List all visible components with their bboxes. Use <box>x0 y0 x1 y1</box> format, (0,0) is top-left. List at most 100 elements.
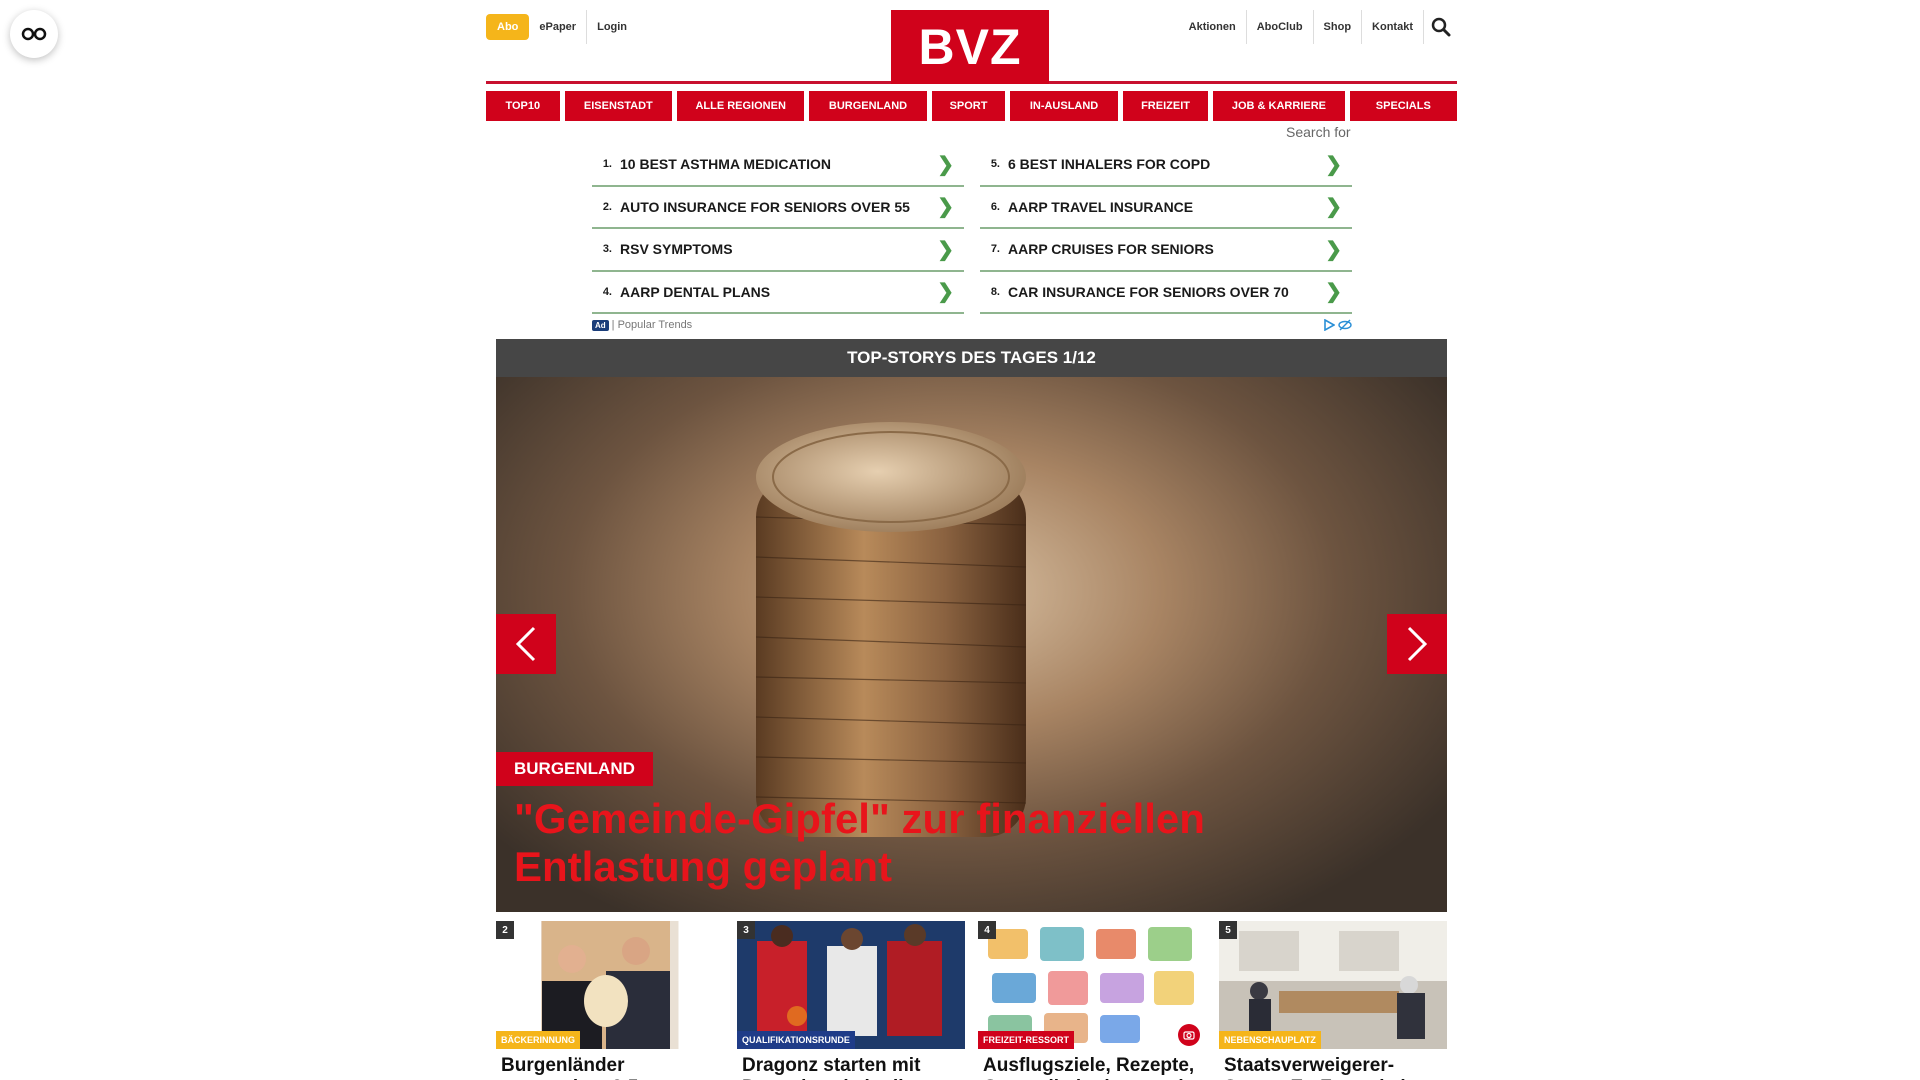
ad-search-for-label: Search for <box>1286 124 1351 140</box>
search-button[interactable] <box>1423 10 1457 44</box>
top-stories-heading: TOP-STORYS DES TAGES 1/12 <box>496 339 1447 377</box>
hide-eye-icon <box>1338 319 1352 331</box>
bvz-logo[interactable]: BVZ <box>891 10 1049 84</box>
chevron-right-icon: ❯ <box>937 281 954 304</box>
teaser-image: 3 QUALIFIKATIONSRUNDE <box>737 921 965 1049</box>
slider-next-button[interactable] <box>1387 614 1447 674</box>
ad-link[interactable]: 5. 6 BEST INHALERS FOR COPD ❯ <box>980 144 1352 187</box>
teaser-image: 2 BÄCKERINNUNG <box>496 921 724 1049</box>
gallery-badge <box>1178 1024 1200 1046</box>
chevron-right-icon <box>1407 626 1428 662</box>
accessibility-toggle-button[interactable] <box>10 10 58 58</box>
site-header: Abo ePaper Login BVZ Aktionen AboClub Sh… <box>486 0 1457 84</box>
ad-choices[interactable] <box>1323 319 1352 331</box>
ad-text: AARP CRUISES FOR SENIORS <box>1008 241 1214 258</box>
sponsored-search-ad: 1. 10 BEST ASTHMA MEDICATION ❯ 2. AUTO I… <box>592 144 1352 332</box>
ad-source-label: | Popular Trends <box>611 319 693 331</box>
teaser-title: Dragonz starten mit Doppelrunde in die h… <box>742 1055 921 1080</box>
ad-footer: Ad | Popular Trends <box>592 318 1352 332</box>
ad-column-left: 1. 10 BEST ASTHMA MEDICATION ❯ 2. AUTO I… <box>592 144 964 314</box>
ad-number: 7. <box>990 243 1000 256</box>
courtroom-photo <box>1219 921 1447 1049</box>
story-category-badge[interactable]: BURGENLAND <box>496 752 653 786</box>
teaser-rank: 4 <box>978 921 996 939</box>
ad-link[interactable]: 3. RSV SYMPTOMS ❯ <box>592 229 964 272</box>
aboclub-link[interactable]: AboClub <box>1245 10 1313 44</box>
chevron-left-icon <box>515 626 536 662</box>
ad-link[interactable]: 4. AARP DENTAL PLANS ❯ <box>592 272 964 314</box>
ad-link[interactable]: 6. AARP TRAVEL INSURANCE ❯ <box>980 187 1352 229</box>
main-navigation: TOP10 EISENSTADT ALLE REGIONEN BURGENLAN… <box>486 91 1458 121</box>
nav-item-freizeit[interactable]: FREIZEIT <box>1122 91 1209 121</box>
ad-number: 3. <box>602 243 612 256</box>
teaser-card[interactable]: 4 FREIZEIT-RESSORT Ausflugsziele, Rezept… <box>978 921 1206 1080</box>
ad-link[interactable]: 1. 10 BEST ASTHMA MEDICATION ❯ <box>592 144 964 187</box>
nav-item-eisenstadt[interactable]: EISENSTADT <box>564 91 673 121</box>
abo-button[interactable]: Abo <box>486 14 530 40</box>
teaser-rank: 5 <box>1219 921 1237 939</box>
chevron-right-icon: ❯ <box>1325 281 1342 304</box>
chevron-right-icon: ❯ <box>1325 238 1342 261</box>
teaser-tag: NEBENSCHAUPLATZ <box>1219 1031 1321 1049</box>
teaser-tag: BÄCKERINNUNG <box>496 1031 580 1049</box>
teaser-card[interactable]: 3 QUALIFIKATIONSRUNDE Dragonz starten mi… <box>737 921 965 1080</box>
ad-text: CAR INSURANCE FOR SENIORS OVER 70 <box>1008 283 1289 300</box>
ad-text: AARP TRAVEL INSURANCE <box>1008 198 1194 215</box>
ad-number: 5. <box>990 158 1000 171</box>
ad-text: RSV SYMPTOMS <box>620 241 733 258</box>
teaser-card[interactable]: 2 BÄCKERINNUNG Burgenländer vernaschen 3… <box>496 921 724 1080</box>
ad-link[interactable]: 8. CAR INSURANCE FOR SENIORS OVER 70 ❯ <box>980 272 1352 314</box>
ad-number: 8. <box>990 285 1000 298</box>
page-container: Abo ePaper Login BVZ Aktionen AboClub Sh… <box>486 0 1458 1080</box>
nav-item-alle-regionen[interactable]: ALLE REGIONEN <box>677 91 805 121</box>
chevron-right-icon: ❯ <box>937 238 954 261</box>
ad-number: 2. <box>602 200 612 213</box>
infinity-glasses-icon <box>21 27 47 41</box>
search-icon <box>1431 17 1450 37</box>
shop-link[interactable]: Shop <box>1312 10 1362 44</box>
teaser-rank: 2 <box>496 921 514 939</box>
chevron-right-icon: ❯ <box>1325 153 1342 176</box>
nav-item-job-karriere[interactable]: JOB & KARRIERE <box>1213 91 1345 121</box>
ad-link[interactable]: 7. AARP CRUISES FOR SENIORS ❯ <box>980 229 1352 272</box>
teaser-tag: FREIZEIT-RESSORT <box>978 1031 1075 1049</box>
bakers-photo <box>542 921 670 1049</box>
login-link[interactable]: Login <box>586 10 637 44</box>
ad-text: 6 BEST INHALERS FOR COPD <box>1008 156 1211 173</box>
nav-item-in-ausland[interactable]: IN-AUSLAND <box>1010 91 1118 121</box>
nav-item-sport[interactable]: SPORT <box>931 91 1006 121</box>
epaper-link[interactable]: ePaper <box>529 10 586 44</box>
ad-column-right: 5. 6 BEST INHALERS FOR COPD ❯ 6. AARP TR… <box>980 144 1352 314</box>
ad-badge: Ad <box>592 319 609 331</box>
chevron-right-icon: ❯ <box>1325 196 1342 219</box>
nav-item-specials[interactable]: SPECIALS <box>1349 91 1458 121</box>
basketball-photo <box>737 921 965 1049</box>
ad-text: 10 BEST ASTHMA MEDICATION <box>620 156 832 173</box>
teaser-rank: 3 <box>737 921 755 939</box>
nav-item-top10[interactable]: TOP10 <box>486 91 560 121</box>
ad-number: 1. <box>602 158 612 171</box>
teaser-title: Ausflugsziele, Rezepte, Gesundheitstipps… <box>983 1055 1195 1080</box>
teaser-image: 5 NEBENSCHAUPLATZ <box>1219 921 1447 1049</box>
ad-number: 4. <box>602 285 612 298</box>
teaser-image: 4 FREIZEIT-RESSORT <box>978 921 1206 1049</box>
teaser-title: Staatsverweigerer-Szene: Ex-Freund einer <box>1224 1055 1435 1080</box>
ad-link[interactable]: 2. AUTO INSURANCE FOR SENIORS OVER 55 ❯ <box>592 187 964 229</box>
aktionen-link[interactable]: Aktionen <box>1179 10 1246 44</box>
nav-item-burgenland[interactable]: BURGENLAND <box>809 91 927 121</box>
teaser-tag: QUALIFIKATIONSRUNDE <box>737 1031 855 1049</box>
story-headline[interactable]: "Gemeinde-Gipfel" zur finanziellen Entla… <box>514 795 1274 891</box>
chevron-right-icon: ❯ <box>937 196 954 219</box>
leisure-illustration <box>988 927 1194 1043</box>
ad-number: 6. <box>990 200 1000 213</box>
kontakt-link[interactable]: Kontakt <box>1361 10 1423 44</box>
ad-text: AUTO INSURANCE FOR SENIORS OVER 55 <box>620 198 910 215</box>
slider-prev-button[interactable] <box>496 614 556 674</box>
header-left-links: Abo ePaper Login <box>486 10 637 44</box>
teaser-list: 2 BÄCKERINNUNG Burgenländer vernaschen 3… <box>496 921 1447 1080</box>
teaser-card[interactable]: 5 NEBENSCHAUPLATZ Staatsverweigerer-Szen… <box>1219 921 1447 1080</box>
chevron-right-icon: ❯ <box>937 153 954 176</box>
camera-icon <box>1183 1031 1195 1040</box>
header-right-links: Aktionen AboClub Shop Kontakt <box>1179 10 1457 44</box>
top-story-slide[interactable]: BURGENLAND "Gemeinde-Gipfel" zur finanzi… <box>496 377 1447 912</box>
